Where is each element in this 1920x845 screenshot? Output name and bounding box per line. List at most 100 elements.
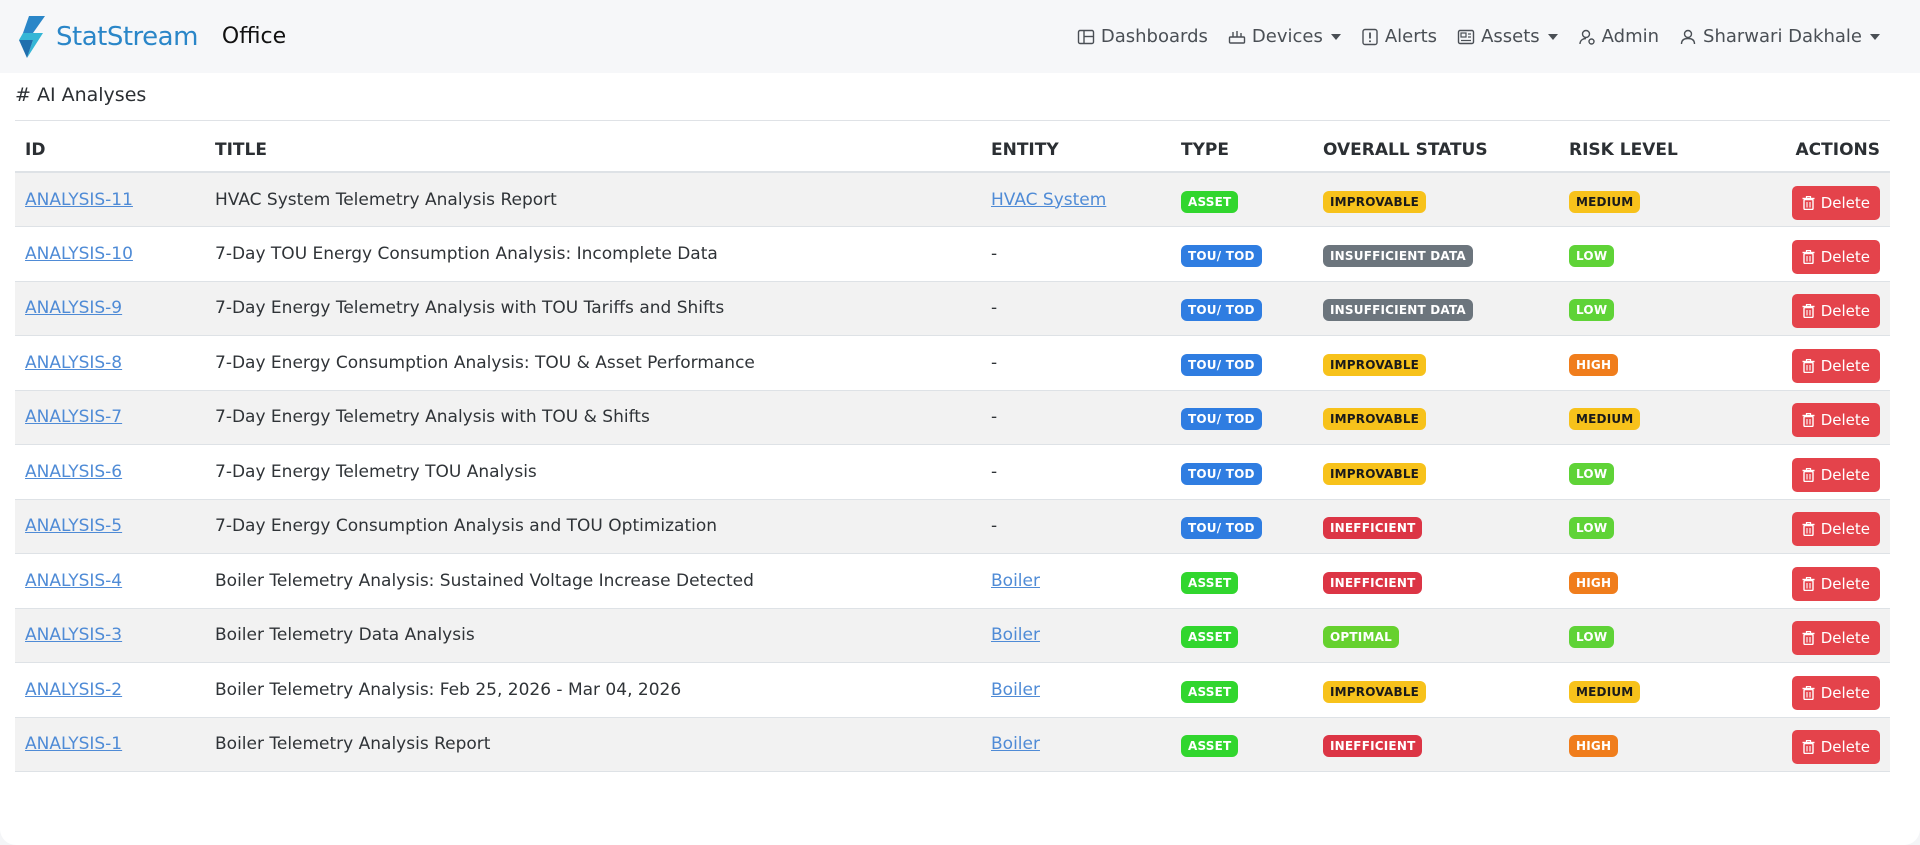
status-badge: IMPROVABLE — [1323, 353, 1427, 376]
analysis-id-link[interactable]: ANALYSIS-7 — [25, 407, 122, 427]
cell-id: ANALYSIS-10 — [15, 227, 205, 282]
analysis-id-link[interactable]: ANALYSIS-8 — [25, 353, 122, 373]
status-badge: INEFFICIENT — [1323, 517, 1423, 540]
statstream-logo-icon — [19, 15, 45, 58]
cell-actions: Delete — [1719, 281, 1890, 336]
cell-entity: - — [981, 390, 1171, 445]
column-header-id[interactable]: ID — [15, 128, 205, 173]
type-badge: ASSET — [1181, 626, 1239, 649]
status-badge: OPTIMAL — [1323, 626, 1399, 649]
cell-status: OPTIMAL — [1313, 608, 1559, 663]
cell-status: IMPROVABLE — [1313, 445, 1559, 500]
cell-actions: Delete — [1719, 172, 1890, 227]
risk-badge: LOW — [1569, 626, 1615, 649]
delete-button[interactable]: Delete — [1791, 185, 1880, 220]
entity-link[interactable]: Boiler — [991, 680, 1040, 700]
delete-button-label: Delete — [1820, 574, 1870, 593]
analysis-id-link[interactable]: ANALYSIS-11 — [25, 190, 133, 210]
nav-dashboards-label: Dashboards — [1100, 26, 1208, 47]
entity-link[interactable]: Boiler — [991, 734, 1040, 754]
column-header-type[interactable]: TYPE — [1171, 128, 1313, 173]
cell-actions: Delete — [1719, 390, 1890, 445]
delete-button-label: Delete — [1820, 356, 1870, 375]
type-badge: TOU/ TOD — [1181, 517, 1262, 540]
delete-button[interactable]: Delete — [1791, 457, 1880, 492]
status-badge: IMPROVABLE — [1323, 408, 1427, 431]
cell-actions: Delete — [1719, 445, 1890, 500]
delete-button[interactable]: Delete — [1791, 621, 1880, 656]
column-header-risk-level[interactable]: RISK LEVEL — [1559, 128, 1719, 173]
type-badge: ASSET — [1181, 190, 1239, 213]
cell-risk: LOW — [1559, 608, 1719, 663]
cell-type: TOU/ TOD — [1171, 390, 1313, 445]
entity-link[interactable]: HVAC System — [991, 190, 1106, 210]
analysis-id-link[interactable]: ANALYSIS-1 — [25, 734, 122, 754]
column-header-overall-status[interactable]: OVERALL STATUS — [1313, 128, 1559, 173]
context-label: Office — [221, 24, 287, 49]
chevron-down-icon — [1330, 33, 1341, 40]
nav-admin[interactable]: Admin — [1578, 26, 1659, 47]
analysis-id-link[interactable]: ANALYSIS-4 — [25, 571, 122, 591]
cell-actions: Delete — [1719, 336, 1890, 391]
cell-type: ASSET — [1171, 172, 1313, 227]
delete-button-label: Delete — [1820, 683, 1870, 702]
delete-button[interactable]: Delete — [1791, 566, 1880, 601]
cell-id: ANALYSIS-8 — [15, 336, 205, 391]
table-body: ANALYSIS-11 HVAC System Telemetry Analysi… — [15, 172, 1890, 772]
cell-title: 7-Day TOU Energy Consumption Analysis: I… — [215, 243, 718, 264]
delete-button[interactable]: Delete — [1791, 348, 1880, 383]
entity-link[interactable]: Boiler — [991, 625, 1040, 645]
nav-assets[interactable]: Assets — [1457, 26, 1558, 47]
analysis-id-link[interactable]: ANALYSIS-2 — [25, 680, 122, 700]
table-row: ANALYSIS-1 Boiler Telemetry Analysis Repo… — [15, 717, 1890, 772]
table-row: ANALYSIS-11 HVAC System Telemetry Analysi… — [15, 172, 1890, 227]
cell-title: 7-Day Energy Consumption Analysis and TO… — [215, 516, 718, 537]
risk-badge: HIGH — [1569, 735, 1619, 758]
type-badge: ASSET — [1181, 735, 1239, 758]
cell-title: HVAC System Telemetry Analysis Report — [215, 189, 557, 210]
cell-risk: MEDIUM — [1559, 390, 1719, 445]
delete-button[interactable]: Delete — [1791, 675, 1880, 710]
delete-button[interactable]: Delete — [1791, 403, 1880, 438]
analysis-id-link[interactable]: ANALYSIS-5 — [25, 516, 122, 536]
status-badge: INEFFICIENT — [1323, 571, 1423, 594]
trash-icon — [1802, 249, 1815, 264]
brand[interactable]: StatStream — [15, 15, 198, 58]
cell-risk: HIGH — [1559, 554, 1719, 609]
analysis-id-link[interactable]: ANALYSIS-6 — [25, 462, 122, 482]
table-row: ANALYSIS-2 Boiler Telemetry Analysis: Feb… — [15, 662, 1890, 718]
column-header-title[interactable]: TITLE — [205, 128, 981, 173]
column-header-entity[interactable]: ENTITY — [981, 128, 1171, 173]
chevron-down-icon — [1870, 33, 1880, 40]
cell-status: IMPROVABLE — [1313, 336, 1559, 391]
type-badge: ASSET — [1181, 571, 1239, 594]
nav-alerts[interactable]: Alerts — [1361, 26, 1437, 47]
cell-status: IMPROVABLE — [1313, 390, 1559, 445]
analysis-id-link[interactable]: ANALYSIS-3 — [25, 625, 122, 645]
cell-id: ANALYSIS-2 — [15, 663, 205, 718]
delete-button[interactable]: Delete — [1791, 730, 1880, 765]
dashboard-icon — [1077, 29, 1095, 44]
table-row: ANALYSIS-10 7-Day TOU Energy Consumption … — [15, 226, 1890, 282]
cell-type: TOU/ TOD — [1171, 281, 1313, 336]
cell-status: IMPROVABLE — [1313, 172, 1559, 227]
cell-entity: - — [981, 281, 1171, 336]
analysis-id-link[interactable]: ANALYSIS-10 — [25, 244, 133, 264]
nav-devices[interactable]: Devices — [1228, 26, 1341, 47]
nav-admin-label: Admin — [1601, 26, 1660, 47]
nav-user-menu[interactable]: Sharwari Dakhale — [1679, 26, 1880, 47]
entity-link[interactable]: Boiler — [991, 571, 1040, 591]
status-badge: IMPROVABLE — [1323, 190, 1427, 213]
table-row: ANALYSIS-9 7-Day Energy Telemetry Analysi… — [15, 281, 1890, 336]
cell-risk: HIGH — [1559, 717, 1719, 772]
delete-button[interactable]: Delete — [1791, 512, 1880, 547]
nav-dashboards[interactable]: Dashboards — [1077, 26, 1208, 47]
delete-button[interactable]: Delete — [1791, 294, 1880, 329]
trash-icon — [1802, 413, 1815, 428]
table-row: ANALYSIS-6 7-Day Energy Telemetry TOU Ana… — [15, 444, 1890, 500]
delete-button[interactable]: Delete — [1791, 239, 1880, 274]
table-row: ANALYSIS-8 7-Day Energy Consumption Analy… — [15, 335, 1890, 391]
cell-status: INEFFICIENT — [1313, 554, 1559, 609]
cell-type: ASSET — [1171, 554, 1313, 609]
analysis-id-link[interactable]: ANALYSIS-9 — [25, 298, 122, 318]
